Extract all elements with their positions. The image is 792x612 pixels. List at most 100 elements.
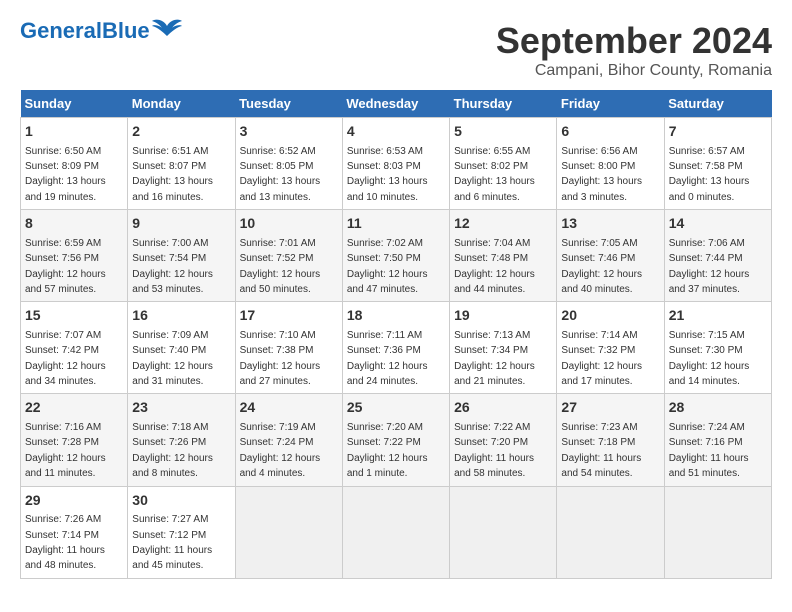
calendar-cell: 17 Sunrise: 7:10 AM Sunset: 7:38 PM Dayli…: [235, 302, 342, 394]
calendar-cell: 30 Sunrise: 7:27 AM Sunset: 7:12 PM Dayli…: [128, 486, 235, 578]
day-info: Sunrise: 7:16 AM Sunset: 7:28 PM Dayligh…: [25, 422, 106, 479]
day-number: 26: [454, 398, 552, 418]
calendar-cell: 4 Sunrise: 6:53 AM Sunset: 8:03 PM Daylig…: [342, 118, 449, 210]
calendar-table: SundayMondayTuesdayWednesdayThursdayFrid…: [20, 90, 772, 579]
header-sunday: Sunday: [21, 90, 128, 118]
day-number: 20: [561, 306, 659, 326]
day-info: Sunrise: 7:26 AM Sunset: 7:14 PM Dayligh…: [25, 514, 105, 571]
day-number: 11: [347, 214, 445, 234]
day-info: Sunrise: 7:04 AM Sunset: 7:48 PM Dayligh…: [454, 238, 535, 295]
day-number: 4: [347, 122, 445, 142]
day-info: Sunrise: 7:20 AM Sunset: 7:22 PM Dayligh…: [347, 422, 428, 479]
calendar-cell: [557, 486, 664, 578]
day-info: Sunrise: 7:10 AM Sunset: 7:38 PM Dayligh…: [240, 330, 321, 387]
calendar-cell: 29 Sunrise: 7:26 AM Sunset: 7:14 PM Dayli…: [21, 486, 128, 578]
day-info: Sunrise: 7:27 AM Sunset: 7:12 PM Dayligh…: [132, 514, 212, 571]
calendar-cell: 15 Sunrise: 7:07 AM Sunset: 7:42 PM Dayli…: [21, 302, 128, 394]
calendar-cell: 3 Sunrise: 6:52 AM Sunset: 8:05 PM Daylig…: [235, 118, 342, 210]
calendar-cell: 11 Sunrise: 7:02 AM Sunset: 7:50 PM Dayli…: [342, 210, 449, 302]
calendar-cell: 2 Sunrise: 6:51 AM Sunset: 8:07 PM Daylig…: [128, 118, 235, 210]
calendar-cell: 23 Sunrise: 7:18 AM Sunset: 7:26 PM Dayli…: [128, 394, 235, 486]
day-number: 23: [132, 398, 230, 418]
day-number: 21: [669, 306, 767, 326]
calendar-cell: 25Sunrise: 7:20 AM Sunset: 7:22 PM Dayli…: [342, 394, 449, 486]
day-info: Sunrise: 7:15 AM Sunset: 7:30 PM Dayligh…: [669, 330, 750, 387]
sub-title: Campani, Bihor County, Romania: [496, 62, 772, 80]
calendar-cell: 28 Sunrise: 7:24 AM Sunset: 7:16 PM Dayli…: [664, 394, 771, 486]
day-number: 22: [25, 398, 123, 418]
calendar-cell: [450, 486, 557, 578]
calendar-header: SundayMondayTuesdayWednesdayThursdayFrid…: [21, 90, 772, 118]
calendar-cell: 13 Sunrise: 7:05 AM Sunset: 7:46 PM Dayli…: [557, 210, 664, 302]
header-saturday: Saturday: [664, 90, 771, 118]
day-number: 18: [347, 306, 445, 326]
day-number: 17: [240, 306, 338, 326]
day-info: Sunrise: 7:06 AM Sunset: 7:44 PM Dayligh…: [669, 238, 750, 295]
day-number: 29: [25, 491, 123, 511]
day-info: Sunrise: 6:51 AM Sunset: 8:07 PM Dayligh…: [132, 146, 213, 203]
title-section: September 2024 Campani, Bihor County, Ro…: [496, 20, 772, 80]
day-number: 6: [561, 122, 659, 142]
day-info: Sunrise: 7:05 AM Sunset: 7:46 PM Dayligh…: [561, 238, 642, 295]
day-number: 2: [132, 122, 230, 142]
day-number: 15: [25, 306, 123, 326]
day-info: Sunrise: 6:57 AM Sunset: 7:58 PM Dayligh…: [669, 146, 750, 203]
calendar-cell: 5Sunrise: 6:55 AM Sunset: 8:02 PM Daylig…: [450, 118, 557, 210]
day-number: 1: [25, 122, 123, 142]
day-info: Sunrise: 6:56 AM Sunset: 8:00 PM Dayligh…: [561, 146, 642, 203]
calendar-cell: [235, 486, 342, 578]
logo-text: GeneralBlue: [20, 20, 150, 42]
day-number: 30: [132, 491, 230, 511]
calendar-cell: 20 Sunrise: 7:14 AM Sunset: 7:32 PM Dayli…: [557, 302, 664, 394]
day-number: 14: [669, 214, 767, 234]
day-info: Sunrise: 6:55 AM Sunset: 8:02 PM Dayligh…: [454, 146, 535, 203]
header-thursday: Thursday: [450, 90, 557, 118]
day-info: Sunrise: 6:59 AM Sunset: 7:56 PM Dayligh…: [25, 238, 106, 295]
header-monday: Monday: [128, 90, 235, 118]
day-info: Sunrise: 7:22 AM Sunset: 7:20 PM Dayligh…: [454, 422, 534, 479]
calendar-week-2: 8 Sunrise: 6:59 AM Sunset: 7:56 PM Daylig…: [21, 210, 772, 302]
day-number: 28: [669, 398, 767, 418]
calendar-week-4: 22 Sunrise: 7:16 AM Sunset: 7:28 PM Dayli…: [21, 394, 772, 486]
main-title: September 2024: [496, 20, 772, 62]
day-number: 12: [454, 214, 552, 234]
calendar-cell: 12 Sunrise: 7:04 AM Sunset: 7:48 PM Dayli…: [450, 210, 557, 302]
calendar-cell: 6 Sunrise: 6:56 AM Sunset: 8:00 PM Daylig…: [557, 118, 664, 210]
calendar-week-5: 29 Sunrise: 7:26 AM Sunset: 7:14 PM Dayli…: [21, 486, 772, 578]
day-number: 8: [25, 214, 123, 234]
calendar-week-1: 1 Sunrise: 6:50 AM Sunset: 8:09 PM Daylig…: [21, 118, 772, 210]
calendar-cell: 16 Sunrise: 7:09 AM Sunset: 7:40 PM Dayli…: [128, 302, 235, 394]
day-info: Sunrise: 6:52 AM Sunset: 8:05 PM Dayligh…: [240, 146, 321, 203]
calendar-cell: 27 Sunrise: 7:23 AM Sunset: 7:18 PM Dayli…: [557, 394, 664, 486]
day-number: 13: [561, 214, 659, 234]
day-number: 3: [240, 122, 338, 142]
day-info: Sunrise: 7:01 AM Sunset: 7:52 PM Dayligh…: [240, 238, 321, 295]
day-number: 19: [454, 306, 552, 326]
day-info: Sunrise: 7:23 AM Sunset: 7:18 PM Dayligh…: [561, 422, 641, 479]
calendar-cell: 22 Sunrise: 7:16 AM Sunset: 7:28 PM Dayli…: [21, 394, 128, 486]
day-info: Sunrise: 7:18 AM Sunset: 7:26 PM Dayligh…: [132, 422, 213, 479]
calendar-cell: 24Sunrise: 7:19 AM Sunset: 7:24 PM Dayli…: [235, 394, 342, 486]
day-info: Sunrise: 7:13 AM Sunset: 7:34 PM Dayligh…: [454, 330, 535, 387]
day-info: Sunrise: 7:24 AM Sunset: 7:16 PM Dayligh…: [669, 422, 749, 479]
calendar-cell: 19 Sunrise: 7:13 AM Sunset: 7:34 PM Dayli…: [450, 302, 557, 394]
logo: GeneralBlue: [20, 20, 182, 42]
header-tuesday: Tuesday: [235, 90, 342, 118]
calendar-cell: 14 Sunrise: 7:06 AM Sunset: 7:44 PM Dayli…: [664, 210, 771, 302]
day-info: Sunrise: 7:14 AM Sunset: 7:32 PM Dayligh…: [561, 330, 642, 387]
day-number: 27: [561, 398, 659, 418]
day-info: Sunrise: 7:07 AM Sunset: 7:42 PM Dayligh…: [25, 330, 106, 387]
day-number: 9: [132, 214, 230, 234]
calendar-cell: [342, 486, 449, 578]
calendar-cell: 8 Sunrise: 6:59 AM Sunset: 7:56 PM Daylig…: [21, 210, 128, 302]
day-info: Sunrise: 7:09 AM Sunset: 7:40 PM Dayligh…: [132, 330, 213, 387]
calendar-cell: 10Sunrise: 7:01 AM Sunset: 7:52 PM Dayli…: [235, 210, 342, 302]
day-info: Sunrise: 7:00 AM Sunset: 7:54 PM Dayligh…: [132, 238, 213, 295]
day-number: 16: [132, 306, 230, 326]
header-friday: Friday: [557, 90, 664, 118]
day-info: Sunrise: 6:50 AM Sunset: 8:09 PM Dayligh…: [25, 146, 106, 203]
day-info: Sunrise: 6:53 AM Sunset: 8:03 PM Dayligh…: [347, 146, 428, 203]
day-info: Sunrise: 7:02 AM Sunset: 7:50 PM Dayligh…: [347, 238, 428, 295]
header-wednesday: Wednesday: [342, 90, 449, 118]
page-header: GeneralBlue September 2024 Campani, Biho…: [20, 20, 772, 80]
